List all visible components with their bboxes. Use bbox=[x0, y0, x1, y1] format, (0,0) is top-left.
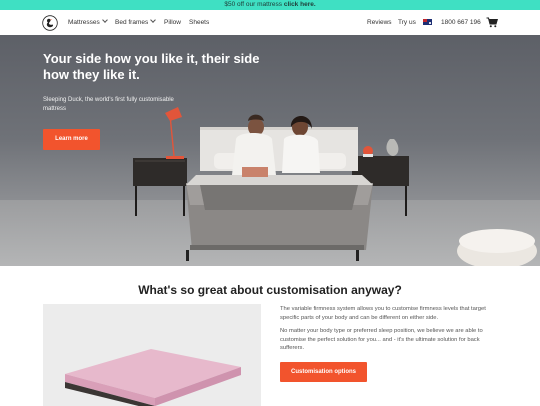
nav-try-us[interactable]: Try us bbox=[398, 18, 416, 27]
mattress-illustration bbox=[43, 304, 261, 406]
learn-more-button[interactable]: Learn more bbox=[43, 129, 100, 150]
promo-text: $50 off our mattress bbox=[224, 1, 284, 8]
chevron-down-icon bbox=[150, 17, 157, 23]
nav-phone[interactable]: 1800 667 196 bbox=[441, 18, 481, 27]
section-title: What's so great about customisation anyw… bbox=[138, 283, 402, 297]
section-paragraph-2: No matter your body type or preferred sl… bbox=[280, 328, 483, 351]
customisation-options-button[interactable]: Customisation options bbox=[280, 362, 367, 382]
promo-link[interactable]: click here. bbox=[284, 1, 316, 8]
australia-flag-icon[interactable] bbox=[423, 19, 432, 25]
section-paragraph-1: The variable firmness system allows you … bbox=[280, 306, 486, 321]
promo-bar[interactable]: $50 off our mattress click here. bbox=[0, 0, 540, 10]
nav-reviews[interactable]: Reviews bbox=[367, 18, 392, 27]
nav-mattresses[interactable]: Mattresses bbox=[68, 17, 108, 27]
nav-mattresses-label: Mattresses bbox=[68, 19, 100, 26]
sleeping-duck-logo-icon[interactable] bbox=[42, 15, 58, 31]
hero-subtitle: Sleeping Duck, the world's first fully c… bbox=[43, 97, 174, 112]
nav-pillow[interactable]: Pillow bbox=[164, 18, 181, 27]
chevron-down-icon bbox=[101, 17, 108, 23]
mattress-product-image bbox=[43, 304, 261, 406]
main-nav: Mattresses Bed frames Pillow Sheets Revi… bbox=[0, 10, 540, 35]
nav-bed-frames[interactable]: Bed frames bbox=[115, 17, 157, 27]
nav-bed-frames-label: Bed frames bbox=[115, 19, 149, 26]
hero-title: Your side how you like it, their side ho… bbox=[43, 51, 260, 82]
cart-icon[interactable] bbox=[486, 17, 498, 28]
hero-banner: Your side how you like it, their side ho… bbox=[0, 35, 540, 266]
nav-sheets[interactable]: Sheets bbox=[189, 18, 209, 27]
